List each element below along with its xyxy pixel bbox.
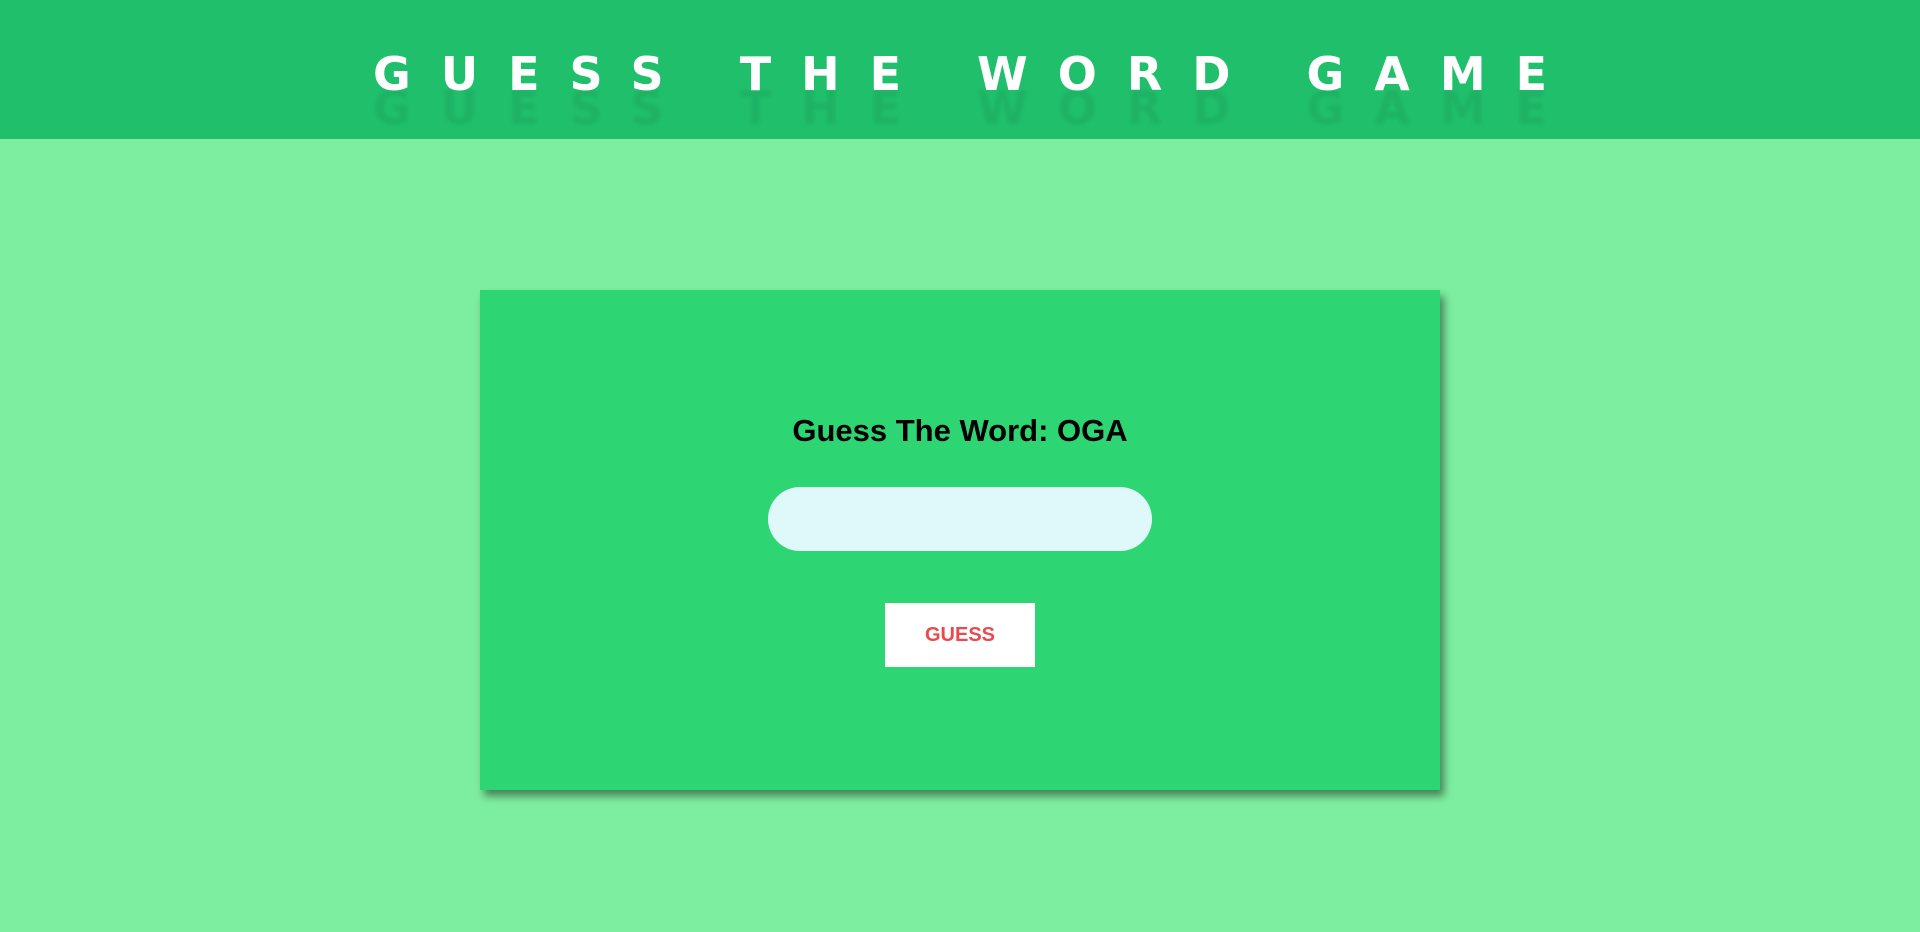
header-title: GUESS THE WORD GAME bbox=[372, 47, 1578, 101]
guess-button[interactable]: GUESS bbox=[885, 603, 1035, 667]
game-card: Guess The Word: OGA GUESS bbox=[480, 290, 1440, 790]
guess-prompt: Guess The Word: OGA bbox=[792, 413, 1128, 448]
guess-input[interactable] bbox=[768, 487, 1152, 551]
page-header: GUESS THE WORD GAME GUESS THE WORD GAME bbox=[0, 0, 1920, 139]
